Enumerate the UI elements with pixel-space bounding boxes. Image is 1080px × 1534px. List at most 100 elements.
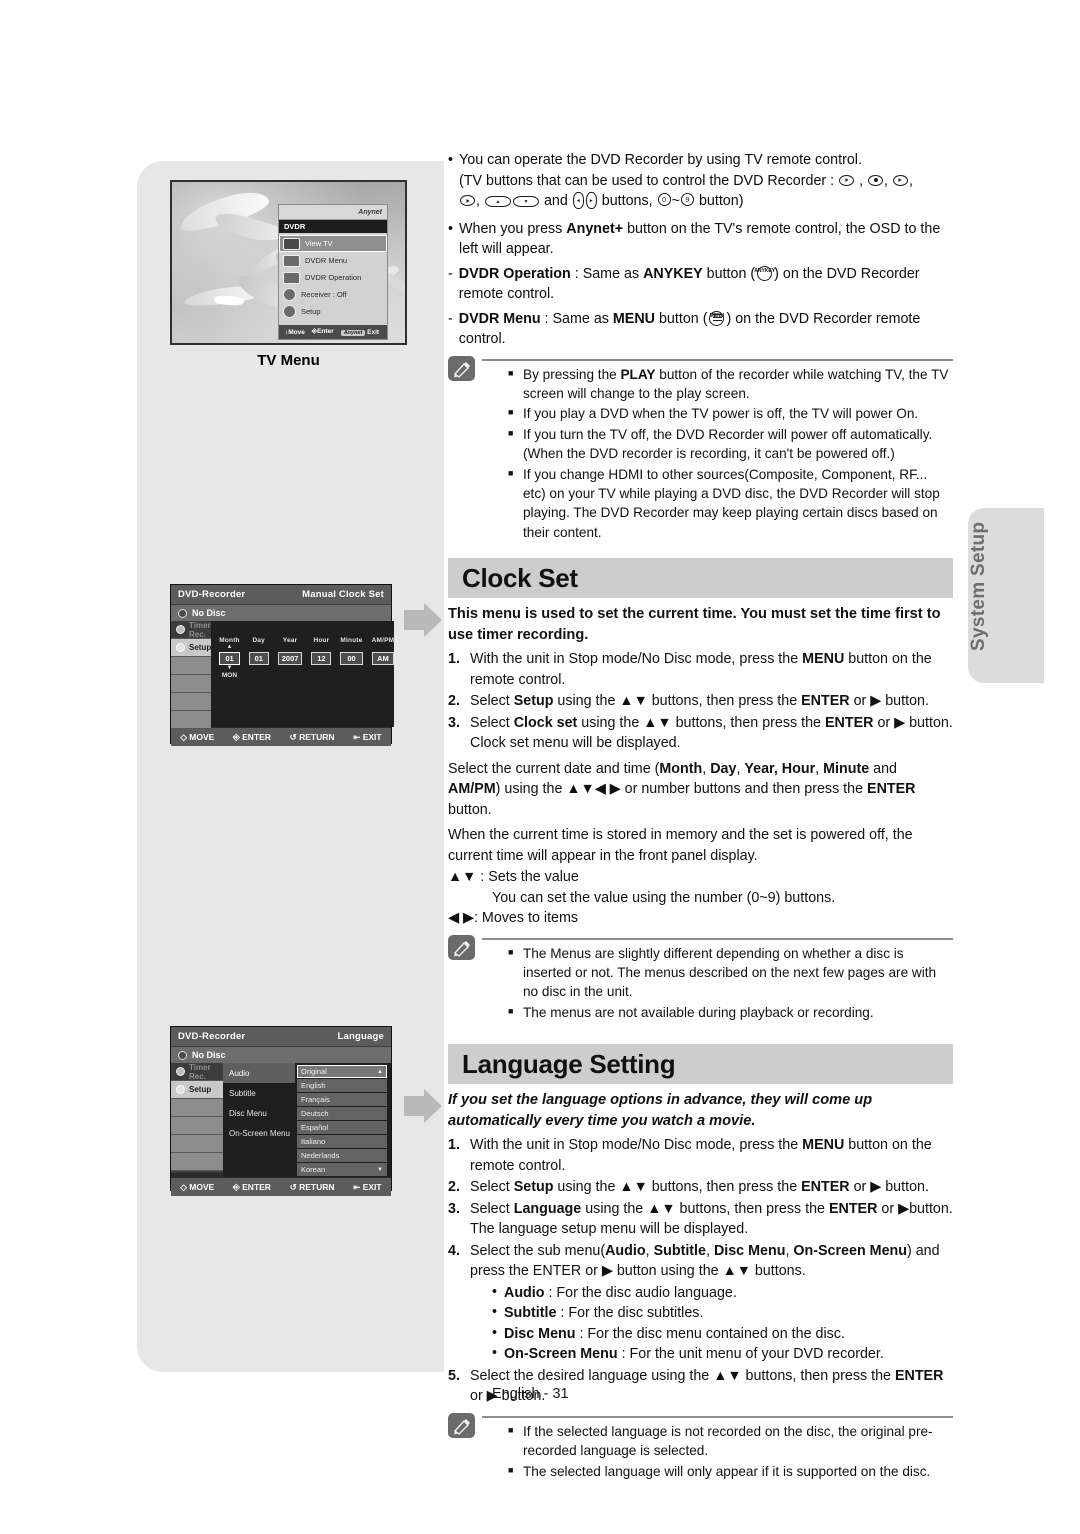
anynet-item-label: Setup: [301, 307, 321, 316]
record-icon: [868, 174, 884, 186]
note-item: If you change HDMI to other sources(Comp…: [508, 464, 953, 543]
osd-device-name: DVD-Recorder: [178, 589, 246, 600]
language-option[interactable]: Nederlands: [297, 1149, 387, 1162]
language-option[interactable]: Korean ▼: [297, 1163, 387, 1176]
anynet-logo: Anynet: [279, 205, 387, 220]
note-block-1: By pressing the PLAY button of the recor…: [448, 355, 953, 543]
clock-icon: [176, 1067, 185, 1076]
intro-sub-2: - DVDR Menu : Same as MENU button (MENU)…: [448, 309, 953, 350]
updown-arrows-glyph: ▲▼: [713, 1367, 742, 1384]
osd-footer-hints: ◇ MOVE ⎆ ENTER ↺ RETURN ⇤ EXIT: [171, 1177, 391, 1196]
dvdr-menu-term: DVDR Menu: [458, 310, 541, 327]
anynet-item-receiver[interactable]: Receiver : Off: [279, 286, 387, 303]
clock-set-key-updown: ▲▼ : Sets the value: [448, 869, 579, 886]
submenu-item-disc-menu[interactable]: Disc Menu: [223, 1103, 295, 1123]
sidebar-empty-row: [171, 657, 212, 675]
disc-status-label: No Disc: [192, 1050, 226, 1060]
dpad-arrows-glyph: ▲▼◀ ▶: [566, 781, 621, 798]
intro-line-2: (TV buttons that can be used to control …: [459, 172, 839, 189]
osd-screen-name: Language: [337, 1031, 384, 1042]
field-label: Day: [252, 637, 265, 644]
tv-icon: [283, 237, 300, 250]
skip-fwd-icon: [892, 174, 908, 186]
sidebar-item-timer-rec[interactable]: Timer Rec.: [171, 1063, 223, 1081]
submenu-item-on-screen-menu[interactable]: On-Screen Menu: [223, 1123, 295, 1143]
clock-set-intro: This menu is used to set the current tim…: [448, 606, 941, 643]
clock-set-key-leftright: ◀ ▶: Moves to items: [448, 910, 579, 927]
scroll-up-icon[interactable]: ▲: [377, 1069, 383, 1075]
gear-icon: [176, 1085, 185, 1094]
submenu-desc-audio: Audio : For the disc audio language.: [492, 1282, 953, 1304]
field-label: Year: [282, 637, 298, 644]
disc-icon: [178, 608, 187, 618]
main-content-column: • You can operate the DVD Recorder by us…: [404, 150, 953, 1482]
field-value: 01: [219, 652, 240, 665]
submenu-item-subtitle[interactable]: Subtitle: [223, 1083, 295, 1103]
anynet-osd-header: DVDR: [279, 220, 387, 233]
sidebar-item-timer-rec[interactable]: Timer Rec.: [171, 621, 212, 639]
field-label: Minute: [340, 637, 363, 644]
osd-sidebar: Timer Rec. Setup: [171, 621, 212, 729]
anynet-item-view-tv[interactable]: View TV: [279, 235, 387, 252]
anynet-item-dvdr-operation[interactable]: DVDR Operation: [279, 269, 387, 286]
osd-disc-status: No Disc: [171, 604, 391, 621]
disc-icon: [178, 1050, 187, 1060]
dash-mark: -: [448, 310, 453, 327]
note-item: If you turn the TV off, the DVD Recorder…: [508, 424, 953, 464]
anynet-item-dvdr-menu[interactable]: DVDR Menu: [279, 252, 387, 269]
clock-field-month[interactable]: Month ▲ 01 ▼ MON: [219, 637, 240, 679]
language-option[interactable]: Español: [297, 1121, 387, 1134]
language-submenu-list: Audio Subtitle Disc Menu On-Screen Menu: [223, 1063, 295, 1177]
step-item: 3. Select Language using the ▲▼ buttons, …: [448, 1200, 953, 1238]
disc-status-label: No Disc: [192, 608, 226, 618]
osd-sidebar: Timer Rec. Setup: [171, 1063, 223, 1173]
language-setting-steps: 1. With the unit in Stop mode/No Disc mod…: [448, 1135, 953, 1407]
hint-exit: Anynet Exit: [340, 329, 379, 336]
scroll-down-icon[interactable]: ▼: [377, 1167, 383, 1173]
rocker-down-icon: [512, 196, 539, 207]
submenu-descriptions: Audio : For the disc audio language. Sub…: [492, 1282, 953, 1365]
left-key-icon: [572, 192, 584, 209]
figure-language-osd: DVD-Recorder Language No Disc Timer Rec.…: [170, 1026, 392, 1196]
note-block-2: The Menus are slightly different dependi…: [448, 934, 953, 1023]
clock-field-hour[interactable]: Hour ▲ 12: [311, 637, 332, 679]
clock-field-year[interactable]: Year ▲ 2007: [277, 637, 303, 679]
note-item: If the selected language is not recorded…: [508, 1421, 953, 1461]
anynet-item-setup[interactable]: Setup: [279, 303, 387, 320]
sidebar-empty-row: [171, 1153, 223, 1171]
language-option[interactable]: Original ▲: [297, 1065, 387, 1078]
language-option[interactable]: Français: [297, 1093, 387, 1106]
anynet-item-label: View TV: [305, 239, 333, 248]
intro-bullet-2: • When you press Anynet+ button on the T…: [448, 219, 953, 260]
field-label: AM/PM: [371, 637, 395, 644]
submenu-item-audio[interactable]: Audio: [223, 1063, 295, 1083]
pencil-note-icon: [448, 934, 475, 960]
field-label: Month: [219, 637, 240, 644]
hint-move: ◇ MOVE: [180, 1181, 215, 1192]
number-9-icon: 9: [680, 193, 694, 206]
language-option[interactable]: Italiano: [297, 1135, 387, 1148]
hint-move: ◇ MOVE: [180, 731, 215, 742]
dvdr-operation-term: DVDR Operation: [458, 265, 571, 282]
sidebar-item-setup[interactable]: Setup: [171, 639, 212, 657]
clock-set-paragraph-1: Select the current date and time (Month,…: [448, 760, 916, 818]
speaker-icon: [283, 288, 296, 301]
note-item: The menus are not available during playb…: [508, 1002, 953, 1022]
language-option[interactable]: English: [297, 1079, 387, 1092]
clock-field-day[interactable]: Day ▲ 01: [248, 637, 269, 679]
section-tab-label: System Setup: [968, 521, 989, 652]
note-item: The Menus are slightly different dependi…: [508, 943, 953, 1002]
heading-text: Clock Set: [462, 562, 578, 593]
language-options-list: Original ▲ English Français Deutsch Españ…: [295, 1063, 391, 1177]
submenu-desc-on-screen-menu: On-Screen Menu : For the unit menu of yo…: [492, 1343, 953, 1365]
field-value: AM: [371, 652, 395, 665]
step-item: 4. Select the sub menu(Audio, Subtitle, D…: [448, 1241, 953, 1365]
clock-field-minute[interactable]: Minute ▲ 00: [340, 637, 363, 679]
hint-move: ↕Move: [285, 328, 305, 336]
language-option[interactable]: Deutsch: [297, 1107, 387, 1120]
clock-field-ampm[interactable]: AM/PM ▲ AM: [371, 637, 395, 679]
clock-set-key-updown-sub: You can set the value using the number (…: [492, 889, 836, 906]
field-value: 00: [340, 652, 363, 665]
play-icon: [460, 195, 476, 206]
sidebar-item-setup[interactable]: Setup: [171, 1081, 223, 1099]
